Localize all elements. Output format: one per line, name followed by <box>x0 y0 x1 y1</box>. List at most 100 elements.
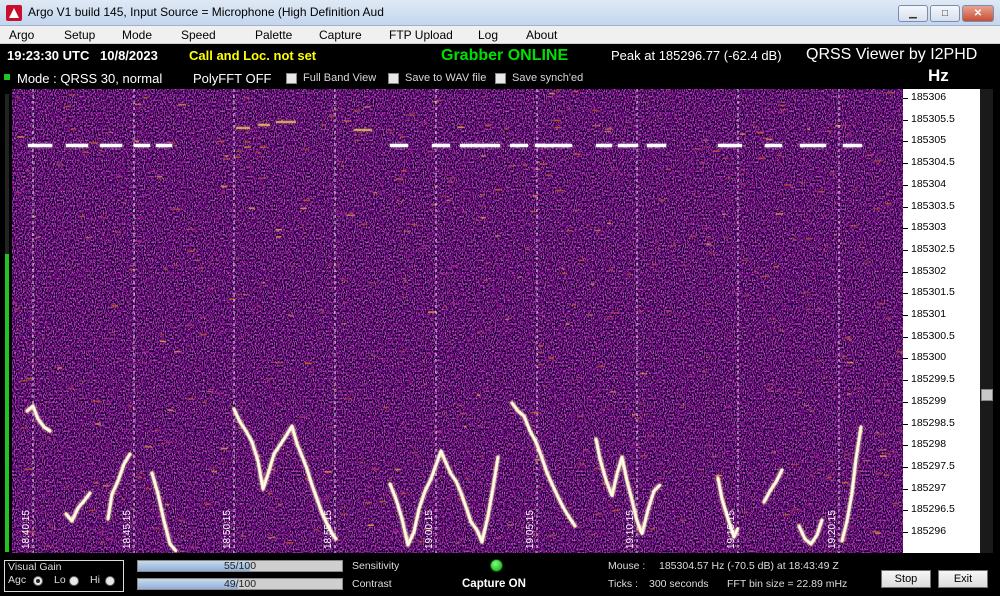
hz-tick-mark <box>903 423 908 425</box>
noise-speckle <box>869 455 873 458</box>
noise-speckle <box>107 338 115 340</box>
exit-button[interactable]: Exit <box>938 570 988 588</box>
noise-speckle <box>846 134 852 136</box>
carrier-segment <box>765 144 782 147</box>
hz-tick-label: 185296 <box>911 525 947 537</box>
noise-speckle <box>399 200 403 203</box>
waterfall-display[interactable]: 18:40:15 18:45:15 18:50:15 18:55:15 19:00:15… <box>0 89 903 553</box>
sensitivity-slider[interactable]: 55/100 <box>137 560 343 572</box>
menu-setup[interactable]: Setup <box>64 28 95 42</box>
stop-button[interactable]: Stop <box>881 570 931 588</box>
menu-mode[interactable]: Mode <box>122 28 152 42</box>
noise-speckle <box>262 282 266 284</box>
save-wav-checkbox[interactable] <box>388 73 399 84</box>
noise-speckle <box>409 377 414 380</box>
noise-speckle <box>584 258 590 261</box>
noise-speckle <box>210 287 214 289</box>
noise-speckle <box>768 383 776 386</box>
carrier-segment <box>800 144 826 147</box>
hi-radio[interactable] <box>105 576 115 586</box>
menu-about[interactable]: About <box>526 28 557 42</box>
noise-speckle <box>891 132 895 134</box>
noise-speckle <box>234 156 241 158</box>
carrier-segment <box>718 144 742 147</box>
carrier-segment <box>134 144 150 147</box>
noise-speckle <box>476 394 481 396</box>
noise-speckle <box>576 376 583 379</box>
noise-speckle <box>741 173 744 175</box>
noise-speckle <box>396 201 399 203</box>
noise-speckle <box>461 538 466 541</box>
capture-led-icon[interactable] <box>490 559 503 572</box>
noise-speckle <box>521 524 524 527</box>
noise-speckle <box>450 176 456 179</box>
noise-speckle <box>750 124 756 126</box>
noise-speckle <box>802 404 810 407</box>
noise-speckle <box>750 498 757 501</box>
noise-speckle <box>324 471 332 473</box>
menu-ftp-upload[interactable]: FTP Upload <box>389 28 453 42</box>
noise-speckle <box>884 202 892 205</box>
noise-speckle <box>435 431 442 433</box>
noise-speckle <box>708 252 717 254</box>
noise-speckle <box>588 398 592 400</box>
noise-speckle <box>54 449 57 452</box>
noise-speckle <box>111 306 119 308</box>
menu-palette[interactable]: Palette <box>255 28 292 42</box>
hz-tick-mark <box>903 228 908 230</box>
menu-argo[interactable]: Argo <box>9 28 34 42</box>
noise-speckle <box>217 140 224 143</box>
noise-speckle <box>804 332 808 335</box>
noise-speckle <box>400 350 406 353</box>
hz-tick-label: 185304 <box>911 177 947 190</box>
noise-speckle <box>834 233 837 236</box>
noise-speckle <box>213 218 220 220</box>
noise-speckle <box>769 318 776 321</box>
noise-speckle <box>99 149 102 152</box>
sensitivity-value: 55/100 <box>223 560 257 572</box>
hz-tick-label: 185301 <box>911 308 947 320</box>
noise-speckle <box>131 507 134 510</box>
frequency-scroll-thumb[interactable] <box>981 389 993 401</box>
noise-speckle <box>640 455 648 457</box>
frequency-scrollbar[interactable] <box>980 89 993 553</box>
noise-speckle <box>643 413 648 416</box>
save-synch-checkbox[interactable] <box>495 73 506 84</box>
hz-tick-mark <box>903 163 908 165</box>
agc-radio[interactable] <box>33 576 43 586</box>
noise-speckle <box>360 134 364 137</box>
minimize-button[interactable]: ▁ <box>898 5 928 22</box>
noise-speckle <box>632 414 636 416</box>
noise-speckle <box>186 324 195 327</box>
noise-speckle <box>680 404 686 407</box>
close-button[interactable]: ✕ <box>962 5 994 22</box>
noise-speckle <box>328 262 333 265</box>
noise-speckle <box>25 170 31 172</box>
noise-speckle <box>788 228 794 231</box>
noise-speckle <box>229 298 236 300</box>
noise-speckle <box>389 477 392 479</box>
noise-speckle <box>714 474 723 477</box>
noise-speckle <box>573 90 579 93</box>
noise-speckle <box>351 530 354 533</box>
noise-speckle <box>392 530 400 533</box>
noise-speckle <box>486 329 491 331</box>
noise-speckle <box>380 525 387 528</box>
noise-speckle <box>793 238 796 240</box>
noise-speckle <box>706 444 713 447</box>
noise-speckle <box>422 361 425 363</box>
noise-speckle <box>304 362 313 365</box>
menu-log[interactable]: Log <box>478 28 498 42</box>
noise-speckle <box>90 218 97 221</box>
menu-speed[interactable]: Speed <box>181 28 216 42</box>
noise-speckle <box>818 190 825 193</box>
noise-speckle <box>656 477 662 480</box>
lo-radio[interactable] <box>69 576 79 586</box>
contrast-slider[interactable]: 49/100 <box>137 578 343 590</box>
noise-speckle <box>476 331 481 334</box>
full-band-checkbox[interactable] <box>286 73 297 84</box>
noise-speckle <box>809 410 813 413</box>
maximize-button[interactable]: □ <box>930 5 960 22</box>
menu-capture[interactable]: Capture <box>319 28 362 42</box>
noise-speckle <box>479 194 484 196</box>
